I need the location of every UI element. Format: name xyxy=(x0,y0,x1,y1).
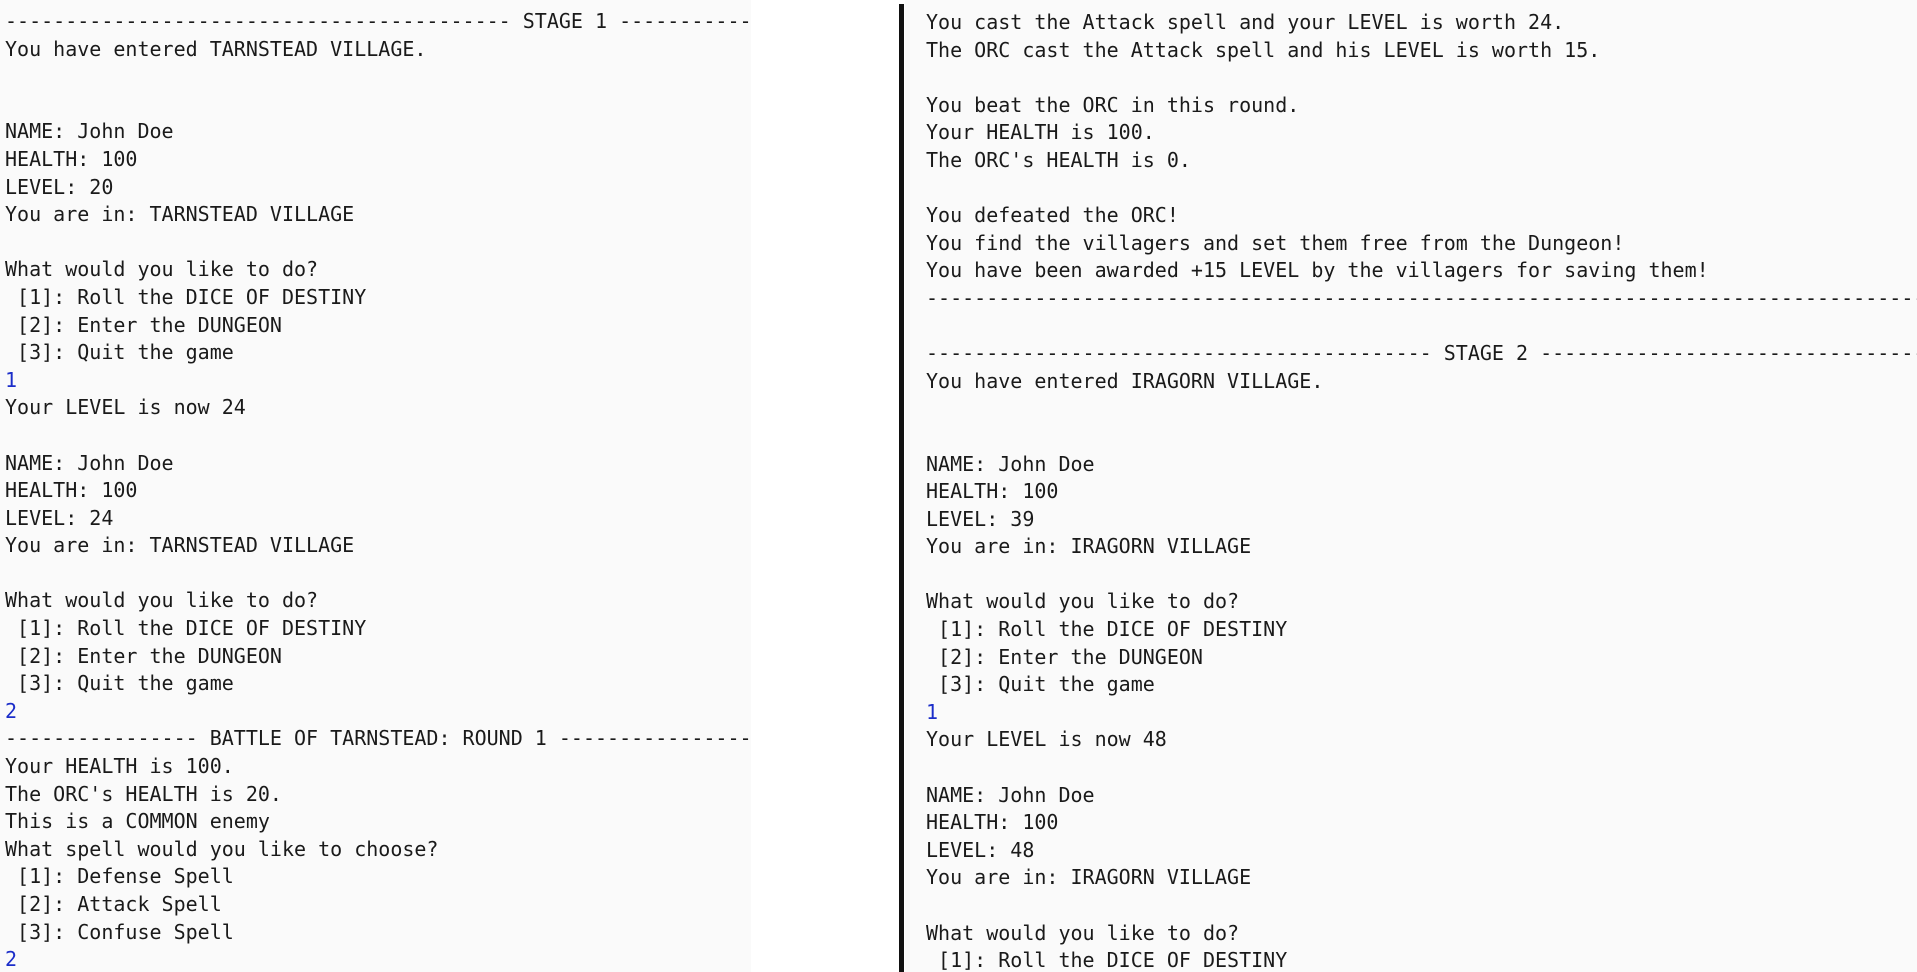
console-line: You have been awarded +15 LEVEL by the v… xyxy=(926,258,1709,283)
console-panel-left[interactable]: ----------------------------------------… xyxy=(0,0,751,972)
console-line: LEVEL: 39 xyxy=(926,506,1035,531)
console-output-left: ----------------------------------------… xyxy=(5,8,751,972)
console-output-right: You cast the Attack spell and your LEVEL… xyxy=(926,9,1917,972)
screenshot-page: ----------------------------------------… xyxy=(0,0,1917,972)
console-line: LEVEL: 20 xyxy=(5,174,114,199)
console-line: [2]: Enter the DUNGEON xyxy=(5,312,282,337)
panel-divider xyxy=(899,4,904,972)
console-line: Your LEVEL is now 24 xyxy=(5,395,246,420)
console-line: You are in: IRAGORN VILLAGE xyxy=(926,865,1252,890)
console-line: This is a COMMON enemy xyxy=(5,809,270,834)
console-panel-right[interactable]: You cast the Attack spell and your LEVEL… xyxy=(905,0,1917,972)
console-line: [1]: Roll the DICE OF DESTINY xyxy=(926,948,1288,972)
console-line: What spell would you like to choose? xyxy=(5,836,439,861)
console-line: What would you like to do? xyxy=(5,257,319,282)
console-input-line: 1 xyxy=(5,367,18,392)
console-line: Your HEALTH is 100. xyxy=(5,754,234,779)
console-line: NAME: John Doe xyxy=(5,119,174,144)
console-line: What would you like to do? xyxy=(5,588,319,613)
console-line: You defeated the ORC! xyxy=(926,203,1179,228)
console-line: [1]: Roll the DICE OF DESTINY xyxy=(926,617,1288,642)
console-line: NAME: John Doe xyxy=(5,450,174,475)
console-line: You are in: TARNSTEAD VILLAGE xyxy=(5,533,355,558)
console-line: The ORC's HEALTH is 20. xyxy=(5,781,282,806)
console-line: [3]: Quit the game xyxy=(5,340,234,365)
console-line: [3]: Confuse Spell xyxy=(5,919,234,944)
console-line: The ORC's HEALTH is 0. xyxy=(926,147,1191,172)
console-line: [3]: Quit the game xyxy=(5,671,234,696)
console-line: HEALTH: 100 xyxy=(926,479,1059,504)
console-line: You are in: IRAGORN VILLAGE xyxy=(926,534,1252,559)
console-line: [1]: Roll the DICE OF DESTINY xyxy=(5,616,367,641)
console-line: ----------------------------------------… xyxy=(5,9,751,33)
console-line: You are in: TARNSTEAD VILLAGE xyxy=(5,202,355,227)
console-line: What would you like to do? xyxy=(926,589,1240,614)
console-line: LEVEL: 48 xyxy=(926,837,1035,862)
console-line: You have entered TARNSTEAD VILLAGE. xyxy=(5,36,427,61)
console-line: You have entered IRAGORN VILLAGE. xyxy=(926,368,1324,393)
console-line: [2]: Enter the DUNGEON xyxy=(926,644,1203,669)
console-line: NAME: John Doe xyxy=(926,451,1095,476)
console-line: ----------------------------------------… xyxy=(926,341,1917,366)
console-input-line: 2 xyxy=(5,698,18,723)
console-line: HEALTH: 100 xyxy=(5,146,138,171)
console-line: [2]: Attack Spell xyxy=(5,892,222,916)
console-line: What would you like to do? xyxy=(926,920,1240,945)
console-line: You beat the ORC in this round. xyxy=(926,92,1300,117)
console-line: NAME: John Doe xyxy=(926,782,1095,807)
console-line: [1]: Defense Spell xyxy=(5,864,234,889)
console-line: You find the villagers and set them free… xyxy=(926,230,1625,255)
console-input-line: 2 xyxy=(5,947,18,972)
console-line: HEALTH: 100 xyxy=(926,810,1059,835)
console-line: Your HEALTH is 100. xyxy=(926,120,1155,145)
console-line: ----------------------------------------… xyxy=(926,285,1917,310)
console-line: LEVEL: 24 xyxy=(5,505,114,530)
console-input-line: 1 xyxy=(926,699,939,724)
console-line: Your LEVEL is now 48 xyxy=(926,727,1167,752)
console-line: The ORC cast the Attack spell and his LE… xyxy=(926,37,1601,62)
console-line: You cast the Attack spell and your LEVEL… xyxy=(926,10,1565,34)
console-line: ---------------- BATTLE OF TARNSTEAD: RO… xyxy=(5,726,751,751)
console-line: HEALTH: 100 xyxy=(5,478,138,503)
console-line: [1]: Roll the DICE OF DESTINY xyxy=(5,284,367,309)
console-line: [2]: Enter the DUNGEON xyxy=(5,643,282,668)
console-line: [3]: Quit the game xyxy=(926,672,1155,697)
